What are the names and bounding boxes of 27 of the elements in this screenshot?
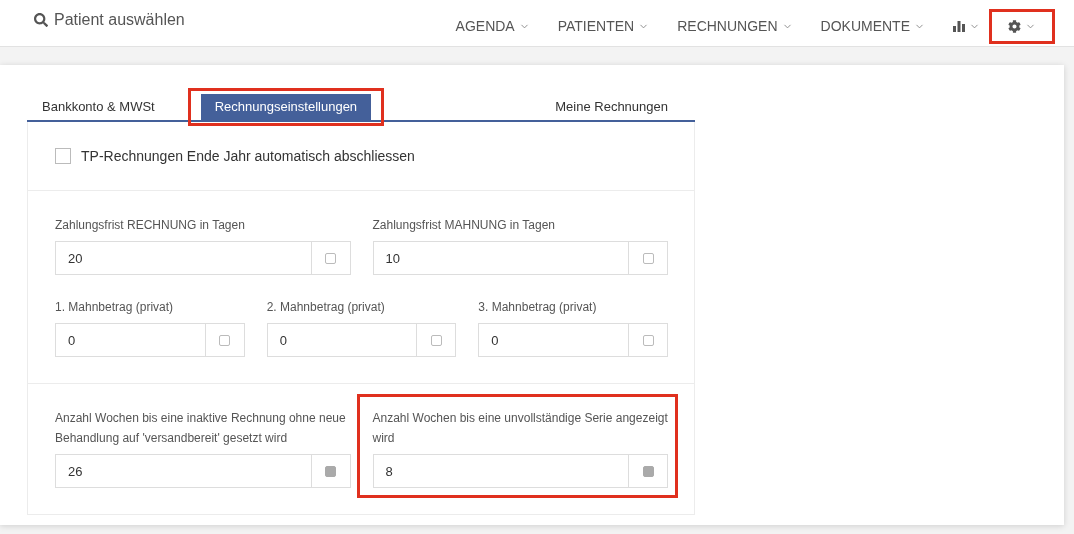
checkbox[interactable]: [55, 148, 71, 164]
input-field[interactable]: 26: [55, 454, 351, 488]
input-field[interactable]: 8: [372, 454, 668, 488]
input-field[interactable]: 10: [372, 241, 668, 275]
tab[interactable]: Rechnungseinstellungen: [200, 94, 372, 120]
input-field[interactable]: 0: [266, 323, 457, 357]
nav-menu[interactable]: AGENDA: [441, 12, 544, 40]
field-label: Zahlungsfrist RECHNUNG in Tagen: [55, 217, 246, 234]
field-label: 3. Mahnbetrag (privat): [478, 299, 598, 316]
settings-icon: [1008, 19, 1021, 33]
checkbox-label: TP-Rechnungen Ende Jahr automatisch abschliessen: [81, 148, 415, 164]
field-label: 2. Mahnbetrag (privat): [266, 299, 386, 316]
input-field[interactable]: 0: [55, 323, 245, 357]
nav-menu[interactable]: DOKUMENTE: [806, 12, 939, 40]
input-field[interactable]: 20: [55, 241, 351, 275]
bar-chart-icon: [953, 20, 965, 32]
field-label: Zahlungsfrist MAHNUNG in Tagen: [372, 217, 556, 234]
input-field[interactable]: 0: [478, 323, 668, 357]
field-label: Anzahl Wochen bis eine unvollständige Serie angezeigt wird: [372, 410, 668, 447]
tab[interactable]: Meine Rechnungen: [541, 94, 682, 120]
nav-menu[interactable]: PATIENTEN: [543, 12, 664, 40]
field-label: 1. Mahnbetrag (privat): [55, 299, 175, 316]
field-label: Anzahl Wochen bis eine inaktive Rechnung ohne neue Behandlung auf 'versandbereit' gesetzt wird: [55, 410, 347, 447]
patient-search[interactable]: Patient auswählen: [34, 11, 185, 29]
nav-menu[interactable]: RECHNUNGEN: [663, 12, 807, 40]
search-icon: [34, 13, 48, 27]
tab[interactable]: Bankkonto & MWSt: [42, 94, 169, 120]
